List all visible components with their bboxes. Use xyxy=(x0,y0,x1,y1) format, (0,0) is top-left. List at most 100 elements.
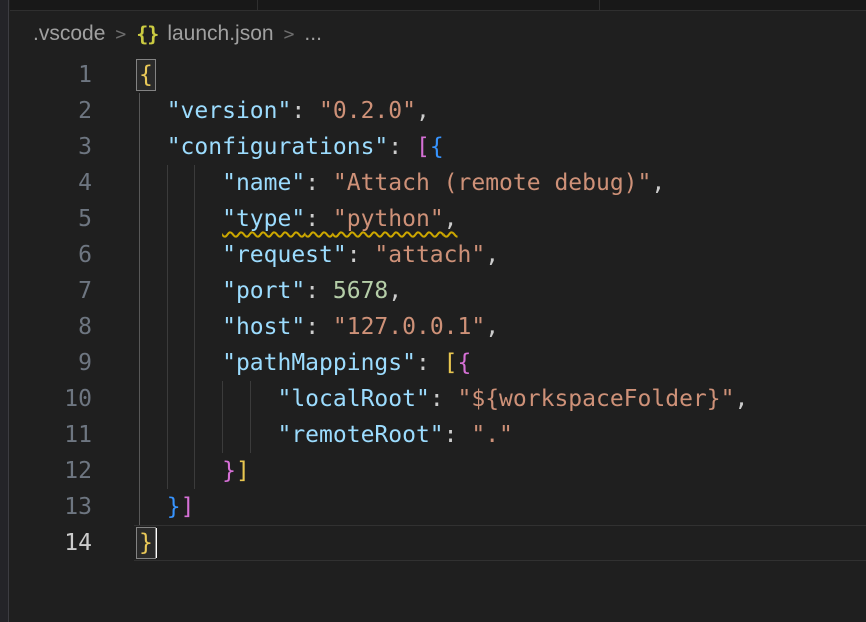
line-content[interactable]: { xyxy=(139,57,866,93)
code-token: } xyxy=(167,489,181,525)
indent-guide xyxy=(167,453,168,489)
indent-guide xyxy=(194,309,195,345)
code-token: [ xyxy=(444,345,458,381)
code-token: "0.2.0" xyxy=(319,93,416,129)
code-line-14[interactable]: 14} xyxy=(9,525,866,561)
line-number[interactable]: 5 xyxy=(9,201,92,237)
line-number[interactable]: 11 xyxy=(9,417,92,453)
code-line-2[interactable]: 2 "version": "0.2.0", xyxy=(9,93,866,129)
chevron-right-icon: > xyxy=(114,24,127,45)
line-number[interactable]: 9 xyxy=(9,345,92,381)
active-bracket-guide xyxy=(139,417,140,453)
breadcrumb-folder[interactable]: .vscode xyxy=(33,22,105,46)
line-number[interactable]: 12 xyxy=(9,453,92,489)
code-token: "127.0.0.1" xyxy=(333,309,485,345)
line-content[interactable]: }] xyxy=(139,489,866,525)
indent-guide xyxy=(250,381,251,417)
line-number[interactable]: 2 xyxy=(9,93,92,129)
code-token: "pathMappings" xyxy=(222,345,416,381)
code-line-5[interactable]: 5 "type": "python", xyxy=(9,201,866,237)
code-token: "port" xyxy=(222,273,305,309)
indent-guide xyxy=(167,165,168,201)
indent-guide xyxy=(167,237,168,273)
active-bracket-guide xyxy=(139,309,140,345)
code-token: } xyxy=(222,453,236,489)
line-content[interactable]: } xyxy=(139,525,866,561)
line-number[interactable]: 10 xyxy=(9,381,92,417)
code-token: "localRoot" xyxy=(277,381,429,417)
code-token: , xyxy=(388,273,402,309)
code-line-6[interactable]: 6 "request": "attach", xyxy=(9,237,866,273)
matched-bracket: { xyxy=(139,57,153,93)
line-content[interactable]: "host": "127.0.0.1", xyxy=(139,309,866,345)
breadcrumb-file[interactable]: launch.json xyxy=(167,22,273,46)
indent-guide xyxy=(194,417,195,453)
line-content[interactable]: "pathMappings": [{ xyxy=(139,345,866,381)
indent-guide xyxy=(250,417,251,453)
tab-bar-edge xyxy=(10,0,866,11)
code-token: "host" xyxy=(222,309,305,345)
line-content[interactable]: "remoteRoot": "." xyxy=(139,417,866,453)
code-token: 5678 xyxy=(333,273,388,309)
indent-guide xyxy=(194,273,195,309)
chevron-right-icon: > xyxy=(283,24,296,45)
active-bracket-guide xyxy=(139,93,140,129)
code-token: : xyxy=(291,93,319,129)
code-line-8[interactable]: 8 "host": "127.0.0.1", xyxy=(9,309,866,345)
line-content[interactable]: "configurations": [{ xyxy=(139,129,866,165)
code-line-7[interactable]: 7 "port": 5678, xyxy=(9,273,866,309)
code-line-13[interactable]: 13 }] xyxy=(9,489,866,525)
active-bracket-guide xyxy=(139,273,140,309)
line-content[interactable]: "type": "python", xyxy=(139,201,866,237)
line-number[interactable]: 4 xyxy=(9,165,92,201)
line-number[interactable]: 13 xyxy=(9,489,92,525)
line-number[interactable]: 3 xyxy=(9,129,92,165)
line-content[interactable]: "name": "Attach (remote debug)", xyxy=(139,165,866,201)
code-editor[interactable]: 1{2 "version": "0.2.0",3 "configurations… xyxy=(9,57,866,561)
code-token: : xyxy=(347,237,375,273)
code-token: "type" xyxy=(222,201,305,237)
code-line-1[interactable]: 1{ xyxy=(9,57,866,93)
code-line-12[interactable]: 12 }] xyxy=(9,453,866,489)
code-token xyxy=(139,201,222,237)
indent-guide xyxy=(167,273,168,309)
line-content[interactable]: "request": "attach", xyxy=(139,237,866,273)
code-token: { xyxy=(458,345,472,381)
active-bracket-guide xyxy=(139,489,140,525)
code-line-3[interactable]: 3 "configurations": [{ xyxy=(9,129,866,165)
code-token: "remoteRoot" xyxy=(277,417,443,453)
indent-guide xyxy=(194,381,195,417)
code-token: : xyxy=(305,309,333,345)
line-content[interactable]: "localRoot": "${workspaceFolder}", xyxy=(139,381,866,417)
line-number[interactable]: 8 xyxy=(9,309,92,345)
active-bracket-guide xyxy=(139,201,140,237)
indent-guide xyxy=(167,381,168,417)
code-line-10[interactable]: 10 "localRoot": "${workspaceFolder}", xyxy=(9,381,866,417)
active-bracket-guide xyxy=(139,345,140,381)
code-line-9[interactable]: 9 "pathMappings": [{ xyxy=(9,345,866,381)
line-number[interactable]: 6 xyxy=(9,237,92,273)
code-token: ] xyxy=(181,489,195,525)
code-token: "." xyxy=(471,417,513,453)
code-token: "version" xyxy=(167,93,292,129)
code-token: , xyxy=(444,201,458,237)
line-number[interactable]: 1 xyxy=(9,57,92,93)
indent-guide xyxy=(167,417,168,453)
code-line-4[interactable]: 4 "name": "Attach (remote debug)", xyxy=(9,165,866,201)
json-file-icon: {} xyxy=(136,22,158,46)
code-line-11[interactable]: 11 "remoteRoot": "." xyxy=(9,417,866,453)
indent-guide xyxy=(194,453,195,489)
breadcrumb-symbol-ellipsis[interactable]: ... xyxy=(304,22,322,46)
matched-bracket: } xyxy=(139,525,153,561)
line-content[interactable]: "port": 5678, xyxy=(139,273,866,309)
code-token: : xyxy=(305,165,333,201)
line-number[interactable]: 14 xyxy=(9,525,92,561)
indent-guide xyxy=(194,201,195,237)
line-content[interactable]: "version": "0.2.0", xyxy=(139,93,866,129)
indent-guide xyxy=(222,417,223,453)
code-token: "Attach (remote debug)" xyxy=(333,165,652,201)
code-token: : xyxy=(430,381,458,417)
line-number[interactable]: 7 xyxy=(9,273,92,309)
line-content[interactable]: }] xyxy=(139,453,866,489)
code-token: , xyxy=(416,93,430,129)
